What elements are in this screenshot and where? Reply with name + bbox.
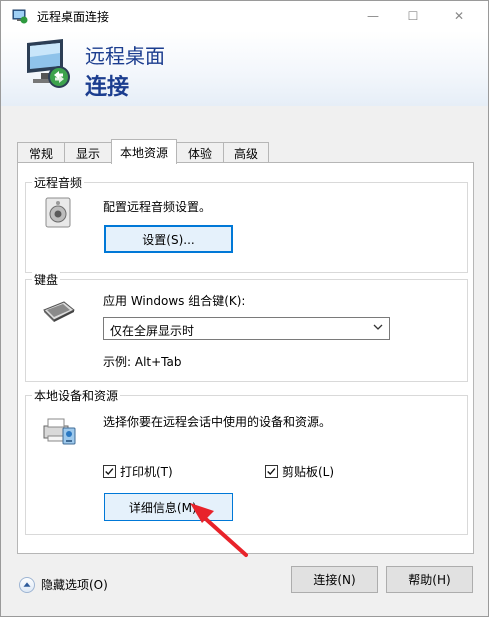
tab-experience[interactable]: 体验	[176, 142, 224, 163]
tab-advanced[interactable]: 高级	[223, 142, 269, 163]
remote-audio-group: 远程音频 配置远程音频设置。 设置(S)...	[25, 174, 468, 273]
banner-title-line2: 连接	[85, 75, 130, 100]
maximize-button[interactable]: ☐	[390, 1, 436, 31]
details-button[interactable]: 详细信息(M)...	[104, 493, 233, 521]
tab-display[interactable]: 显示	[64, 142, 112, 163]
speaker-icon	[45, 197, 71, 228]
clipboard-checkbox-label: 剪贴板(L)	[282, 465, 335, 479]
clipboard-checkbox[interactable]: 剪贴板(L)	[265, 463, 334, 480]
local-devices-group: 本地设备和资源 选择你要在远程会话中使用的设备和资源。 打印机(T) 剪贴板(L…	[25, 387, 468, 535]
connect-button[interactable]: 连接(N)	[291, 566, 378, 593]
remote-desktop-app-icon	[12, 9, 28, 24]
printer-checkbox-box[interactable]	[103, 465, 116, 478]
clipboard-checkbox-box[interactable]	[265, 465, 278, 478]
title-bar[interactable]: 远程桌面连接 — ☐ ✕	[1, 1, 488, 31]
banner-title-line1: 远程桌面	[85, 44, 165, 68]
chevron-up-icon	[23, 581, 31, 587]
hide-options-toggle[interactable]: 隐藏选项(O)	[19, 576, 108, 593]
keyboard-icon	[43, 301, 75, 322]
keyboard-group: 键盘 应用 Windows 组合键(K): 仅在全屏显示时 示例: Alt+Ta…	[25, 271, 468, 382]
keyboard-example: 示例: Alt+Tab	[103, 355, 182, 369]
chevron-down-icon	[373, 324, 383, 330]
audio-settings-button[interactable]: 设置(S)...	[104, 225, 233, 253]
remote-desktop-window: 远程桌面连接 — ☐ ✕ 远程桌面 连接 常规 显示 本地资源 体验 高级 远程…	[0, 0, 489, 617]
remote-audio-legend: 远程音频	[32, 174, 85, 191]
audio-description: 配置远程音频设置。	[103, 200, 212, 214]
local-devices-legend: 本地设备和资源	[32, 387, 121, 404]
help-button[interactable]: 帮助(H)	[386, 566, 473, 593]
hide-options-label: 隐藏选项(O)	[41, 578, 108, 592]
local-resources-panel: 远程音频 配置远程音频设置。 设置(S)... 键盘 应用 Windows 组合…	[17, 162, 474, 554]
window-title: 远程桌面连接	[37, 10, 110, 24]
checkmark-icon	[105, 468, 114, 476]
printer-checkbox-label: 打印机(T)	[120, 465, 173, 479]
header-banner: 远程桌面 连接	[1, 31, 488, 106]
devices-description: 选择你要在远程会话中使用的设备和资源。	[103, 415, 332, 429]
keyboard-legend: 键盘	[32, 271, 61, 288]
checkmark-icon	[267, 468, 276, 476]
close-button[interactable]: ✕	[436, 1, 482, 31]
windows-key-combo-label: 应用 Windows 组合键(K):	[103, 294, 246, 308]
tab-general[interactable]: 常规	[17, 142, 65, 163]
printer-checkbox[interactable]: 打印机(T)	[103, 463, 173, 480]
printer-devices-icon	[43, 418, 76, 445]
remote-desktop-monitor-icon	[27, 39, 70, 88]
tab-local-resources[interactable]: 本地资源	[111, 139, 177, 164]
dropdown-selected-value: 仅在全屏显示时	[110, 324, 195, 338]
windows-key-combo-dropdown[interactable]: 仅在全屏显示时	[103, 317, 390, 340]
collapse-up-icon[interactable]	[19, 576, 35, 593]
